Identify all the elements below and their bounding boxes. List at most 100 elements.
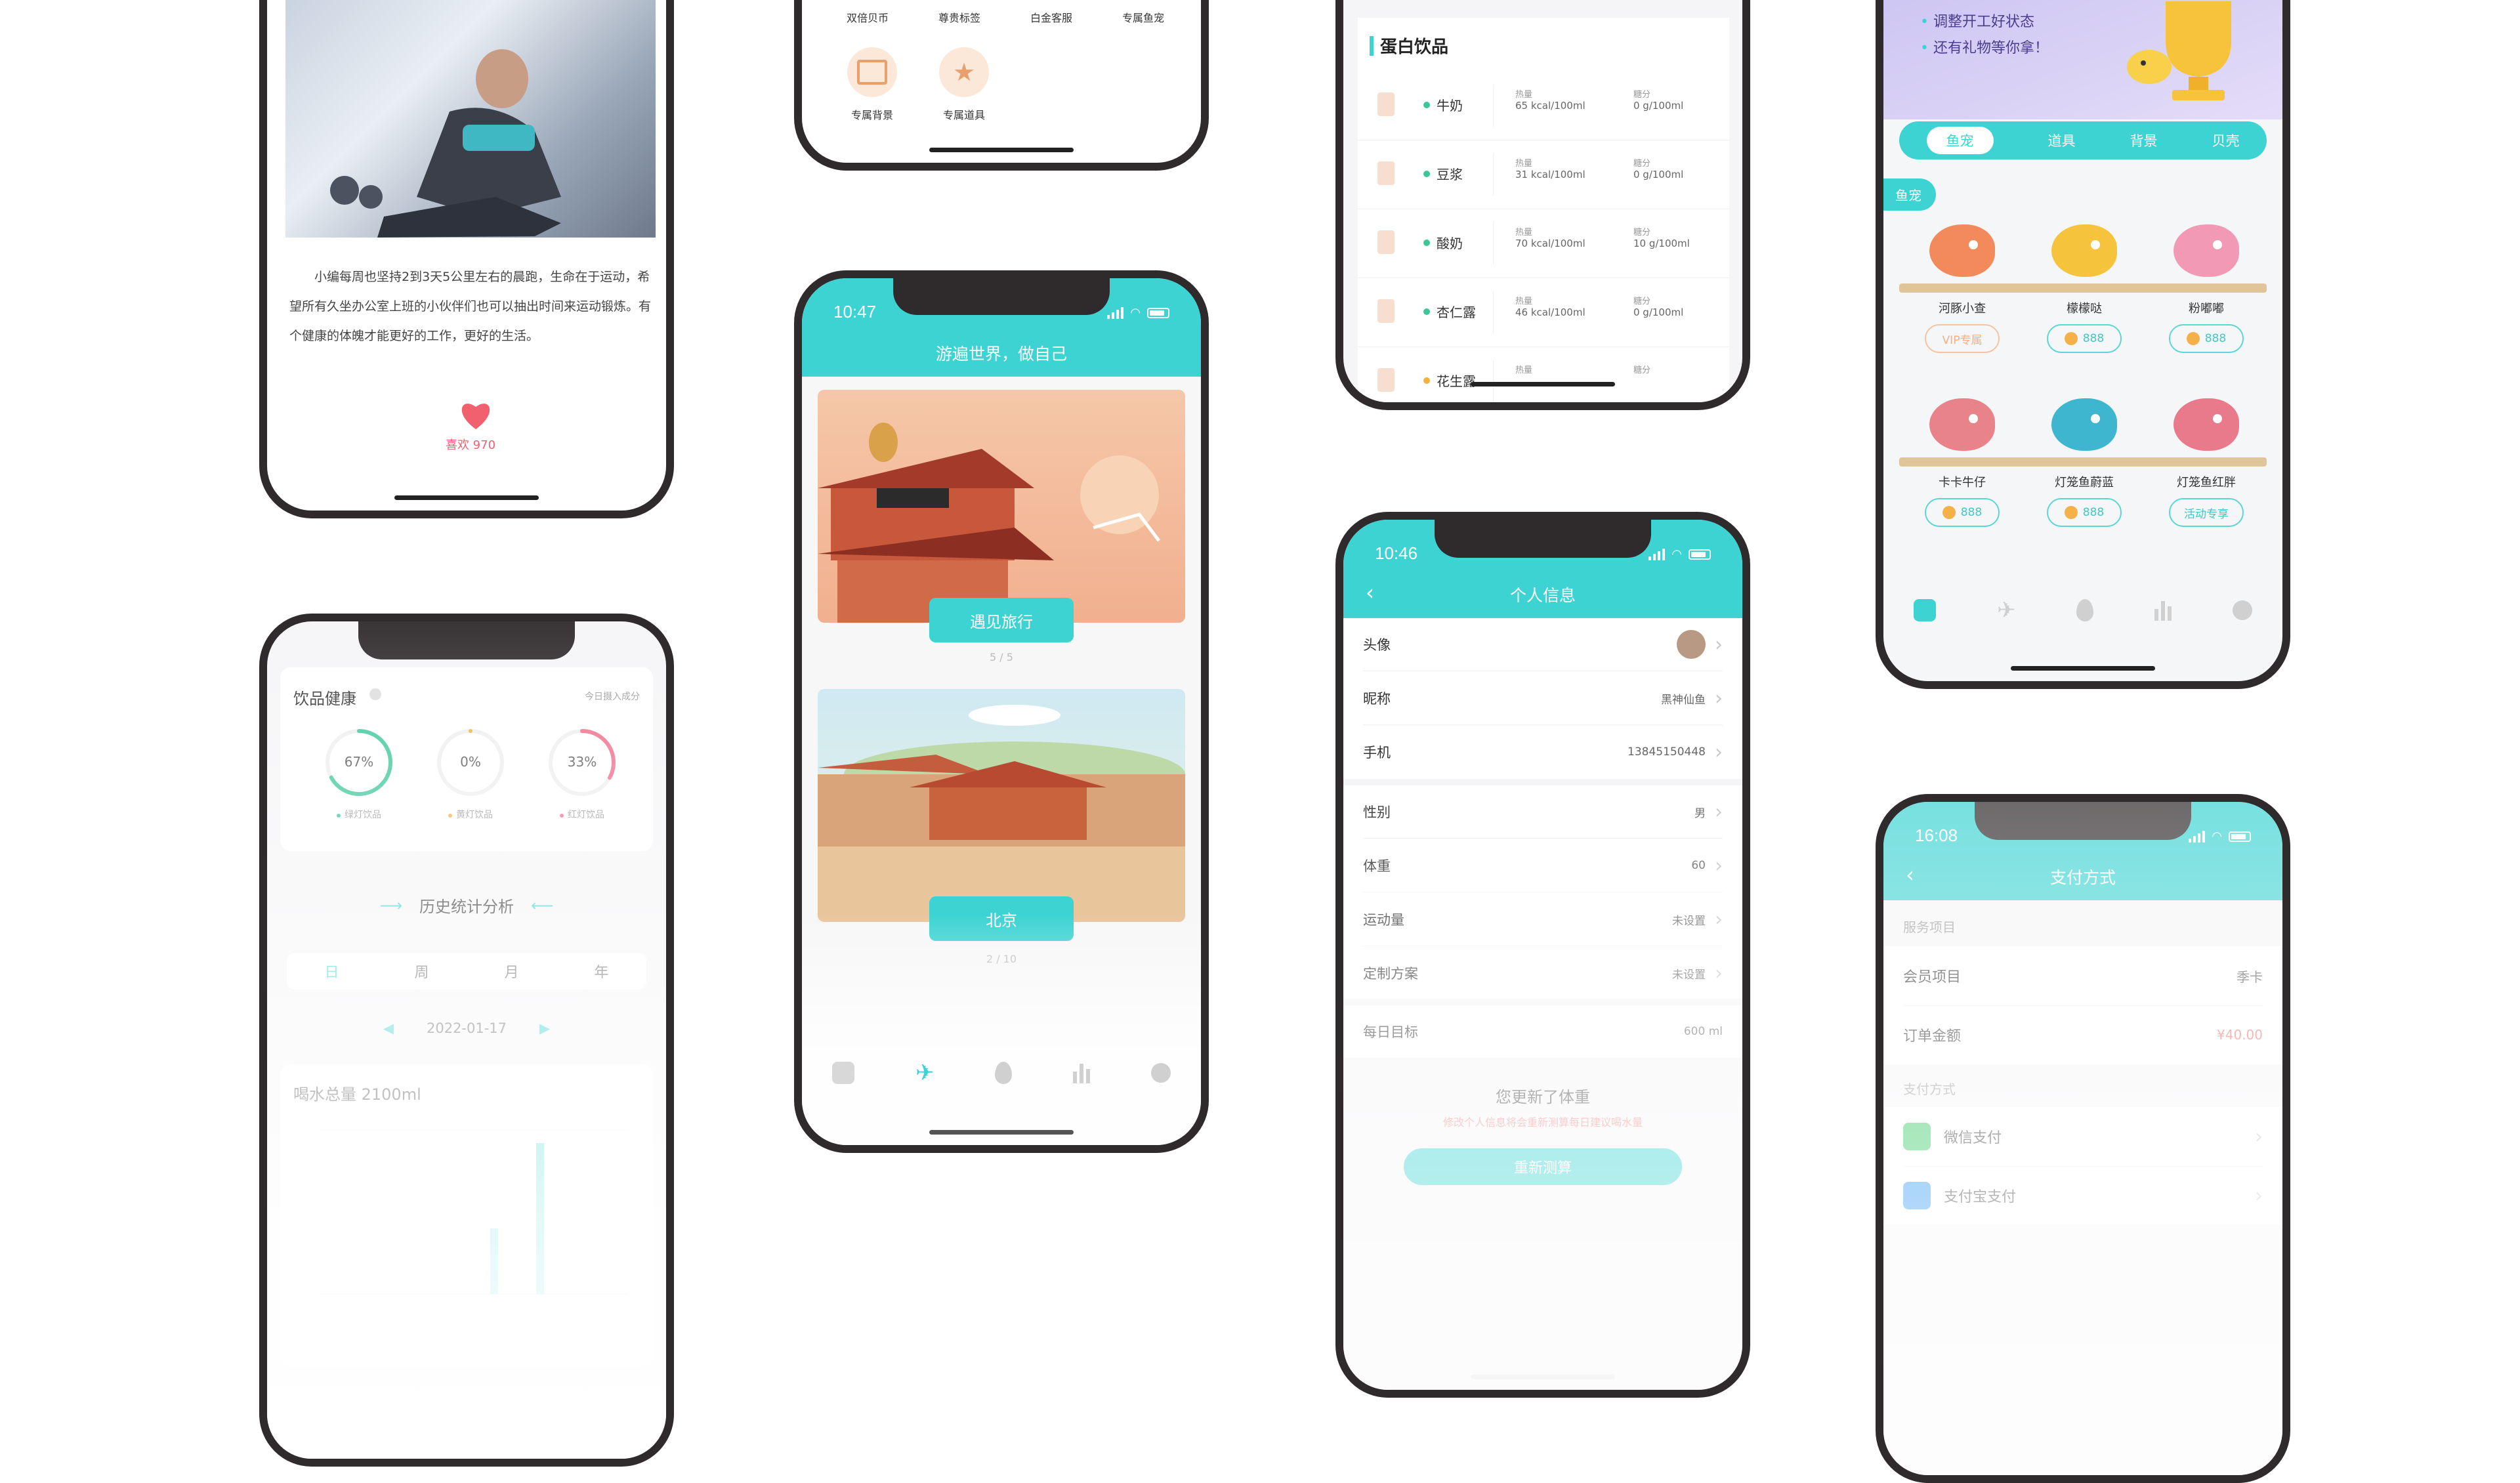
drink-row[interactable]: 酸奶 热量 70 kcal/100ml 糖分 10 g/100ml bbox=[1358, 209, 1729, 278]
drink-row[interactable]: 花生露 热量 糖分 bbox=[1358, 347, 1729, 402]
price-label: 888 bbox=[2082, 506, 2105, 519]
pay-section-label: 支付方式 bbox=[1903, 1081, 1956, 1097]
fish-name: 河豚小查 bbox=[1939, 302, 1986, 316]
price-label: 888 bbox=[1960, 506, 1983, 519]
period-week[interactable]: 周 bbox=[414, 961, 429, 982]
profile-row[interactable]: 体重 60 › bbox=[1363, 839, 1723, 892]
store-icon[interactable] bbox=[1914, 599, 1937, 621]
heat-value: 46 kcal/100ml bbox=[1515, 306, 1586, 318]
ring-label: 绿灯饮品 bbox=[345, 810, 381, 820]
prev-date-icon[interactable]: ◀ bbox=[383, 1020, 394, 1036]
chevron-right-icon: › bbox=[2255, 1125, 2263, 1148]
profile-row-label: 每日目标 bbox=[1363, 1024, 1418, 1040]
card-right-label: 今日摄入成分 bbox=[585, 692, 640, 702]
home-indicator bbox=[1471, 382, 1615, 386]
fish-item[interactable]: 灯笼鱼红胖 活动专享 bbox=[2154, 385, 2259, 543]
card2-button[interactable]: 北京 bbox=[929, 896, 1074, 941]
drink-row[interactable]: 杏仁露 热量 46 kcal/100ml 糖分 0 g/100ml bbox=[1358, 278, 1729, 347]
profile-row[interactable]: 昵称 黑神仙鱼 › bbox=[1363, 672, 1723, 725]
service-section-label: 服务项目 bbox=[1903, 919, 1956, 935]
card2-pagination: 2 / 10 bbox=[986, 953, 1017, 965]
profile-row[interactable]: 定制方案 未设置 › bbox=[1363, 947, 1723, 999]
status-dot bbox=[1423, 377, 1430, 384]
tab-bar: ✈ bbox=[1883, 591, 2282, 630]
drink-row[interactable]: 牛奶 热量 65 kcal/100ml 糖分 0 g/100ml bbox=[1358, 72, 1729, 140]
updated-title: 您更新了体重 bbox=[1496, 1088, 1590, 1106]
wifi-icon: ◠ bbox=[1130, 306, 1141, 319]
sugar-label: 糖分 bbox=[1633, 297, 1651, 306]
tab-props[interactable]: 道具 bbox=[2048, 131, 2076, 150]
fish-item[interactable]: 河豚小查 VIP专属 bbox=[1910, 211, 2015, 369]
phone-payment: 16:08 ◠ ‹ 支付方式 服务项目 会员项目 季卡 订单金额 ¥40.00 … bbox=[1876, 794, 2290, 1483]
period-selector: 日 周 月 年 bbox=[287, 953, 646, 990]
store-icon[interactable] bbox=[832, 1062, 855, 1084]
chevron-right-icon: › bbox=[1715, 854, 1723, 877]
price-button[interactable]: 888 bbox=[2047, 498, 2122, 527]
chart-icon[interactable] bbox=[2154, 600, 2172, 621]
tab-background[interactable]: 背景 bbox=[2130, 131, 2158, 150]
profile-row-value: 未设置 bbox=[1672, 968, 1706, 982]
travel-card-1[interactable] bbox=[818, 390, 1185, 623]
like-count: 喜欢 970 bbox=[445, 438, 496, 452]
fade-overlay bbox=[802, 915, 1201, 1145]
sugar-value: 0 g/100ml bbox=[1633, 306, 1684, 318]
heart-icon[interactable] bbox=[459, 400, 493, 433]
profile-row-value: 黑神仙鱼 bbox=[1661, 693, 1706, 707]
chevron-right-icon: › bbox=[1715, 633, 1723, 656]
profile-row[interactable]: 每日目标 600 ml bbox=[1363, 1005, 1723, 1058]
fish-item[interactable]: 粉嘟嘟 888 bbox=[2154, 211, 2259, 369]
profile-row[interactable]: 头像 › bbox=[1363, 618, 1723, 671]
info-icon[interactable] bbox=[369, 688, 381, 700]
fish-icon bbox=[2051, 398, 2117, 451]
drink-row[interactable]: 豆浆 热量 31 kcal/100ml 糖分 0 g/100ml bbox=[1358, 140, 1729, 209]
alipay-row[interactable]: 支付宝支付 › bbox=[1903, 1166, 2263, 1225]
fish-name: 灯笼鱼蔚蓝 bbox=[2055, 476, 2114, 490]
current-date: 2022-01-17 bbox=[426, 1020, 507, 1036]
plane-icon[interactable]: ✈ bbox=[915, 1060, 934, 1086]
profile-row-value: 男 bbox=[1694, 806, 1706, 820]
wifi-icon: ◠ bbox=[1671, 547, 1682, 560]
card1-button[interactable]: 遇见旅行 bbox=[929, 598, 1074, 642]
profile-row[interactable]: 手机 13845150448 › bbox=[1363, 726, 1723, 778]
fish-item[interactable]: 卡卡牛仔 888 bbox=[1910, 385, 2015, 543]
period-day[interactable]: 日 bbox=[324, 961, 339, 982]
avatar[interactable] bbox=[1677, 630, 1706, 659]
wechat-pay-row[interactable]: 微信支付 › bbox=[1903, 1107, 2263, 1167]
price-button[interactable]: 888 bbox=[2169, 324, 2244, 353]
chart-icon[interactable] bbox=[1072, 1062, 1090, 1083]
profile-row-value: 600 ml bbox=[1683, 1025, 1723, 1038]
signal-icon bbox=[1107, 306, 1124, 319]
price-button[interactable]: 888 bbox=[1925, 498, 2000, 527]
sugar-label: 糖分 bbox=[1633, 228, 1651, 238]
status-dot bbox=[1423, 308, 1430, 315]
fish-item[interactable]: 檬檬哒 888 bbox=[2032, 211, 2137, 369]
price-button[interactable]: 活动专享 bbox=[2169, 498, 2244, 527]
chevron-right-icon: › bbox=[1715, 961, 1723, 985]
plane-icon[interactable]: ✈ bbox=[1997, 597, 2016, 623]
fitness-photo bbox=[285, 0, 656, 238]
banner-line: 调整开工好状态 bbox=[1933, 14, 2034, 30]
fish-item[interactable]: 灯笼鱼蔚蓝 888 bbox=[2032, 385, 2137, 543]
status-bar: 16:08 ◠ bbox=[1915, 825, 2251, 845]
page-title: 支付方式 bbox=[2049, 868, 2116, 887]
travel-card-2[interactable] bbox=[818, 689, 1185, 922]
amount-row: 订单金额 ¥40.00 bbox=[1903, 1005, 2263, 1064]
drink-name: 酸奶 bbox=[1437, 236, 1463, 251]
next-date-icon[interactable]: ▶ bbox=[539, 1020, 550, 1036]
profile-row[interactable]: 运动量 未设置 › bbox=[1363, 893, 1723, 946]
remeasure-button[interactable]: 重新测算 bbox=[1404, 1148, 1682, 1185]
user-icon[interactable] bbox=[1150, 1063, 1171, 1083]
drop-icon[interactable] bbox=[2076, 599, 2094, 621]
price-button[interactable]: 888 bbox=[2047, 324, 2122, 353]
drink-name: 花生露 bbox=[1437, 373, 1476, 389]
benefit-label: 尊贵标签 bbox=[938, 12, 980, 24]
user-icon[interactable] bbox=[2232, 600, 2252, 620]
period-month[interactable]: 月 bbox=[504, 961, 518, 982]
tab-shells[interactable]: 贝壳 bbox=[2212, 131, 2240, 150]
price-button[interactable]: VIP专属 bbox=[1925, 324, 2000, 353]
tab-fish[interactable]: 鱼宠 bbox=[1926, 127, 1994, 154]
star-icon: ★ bbox=[939, 47, 989, 97]
period-year[interactable]: 年 bbox=[594, 961, 608, 982]
profile-row[interactable]: 性别 男 › bbox=[1363, 785, 1723, 839]
drop-icon[interactable] bbox=[995, 1062, 1013, 1084]
